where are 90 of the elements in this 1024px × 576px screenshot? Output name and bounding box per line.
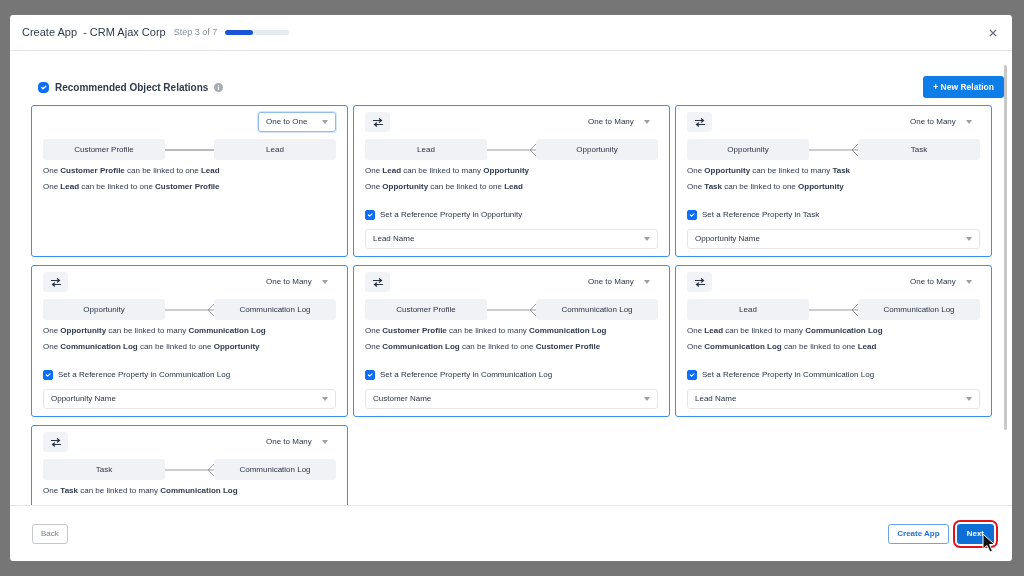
reference-label: Set a Reference Property in Communication Log bbox=[58, 369, 231, 381]
info-icon bbox=[214, 82, 224, 92]
relation-description: One Lead can be linked to one Customer Profile bbox=[43, 182, 221, 192]
relation-description: One Opportunity can be linked to one Lead bbox=[365, 182, 524, 192]
entity-box: Customer Profile bbox=[365, 299, 487, 320]
reference-label: Set a Reference Property in Opportunity bbox=[380, 209, 523, 221]
relation-description: One Opportunity can be linked to many Communication Log bbox=[43, 326, 267, 336]
connector-line bbox=[809, 303, 858, 316]
swap-button[interactable] bbox=[687, 272, 712, 292]
swap-button[interactable] bbox=[43, 272, 68, 292]
relation-description: One Task can be linked to many Communication Log bbox=[43, 486, 239, 496]
reference-label: Set a Reference Property in Task bbox=[702, 209, 820, 221]
reference-checkbox[interactable] bbox=[365, 210, 375, 220]
relation-description: One Task can be linked to one Opportunity bbox=[687, 182, 845, 192]
caret-icon bbox=[966, 237, 972, 241]
reference-select[interactable]: Lead Name bbox=[365, 229, 658, 249]
reference-label: Set a Reference Property in Communication Log bbox=[380, 369, 553, 381]
relation-description: One Lead can be linked to many Opportunity bbox=[365, 166, 531, 176]
cardinality-dropdown[interactable]: One to Many bbox=[902, 272, 980, 292]
swap-button[interactable] bbox=[365, 272, 390, 292]
connector-line bbox=[487, 143, 536, 156]
section-checkbox[interactable] bbox=[38, 81, 49, 93]
reference-select[interactable]: Opportunity Name bbox=[687, 229, 980, 249]
swap-icon bbox=[50, 277, 61, 287]
cardinality-dropdown[interactable]: One to Many bbox=[902, 112, 980, 132]
new-relation-button[interactable]: + New Relation bbox=[923, 76, 1004, 98]
swap-button[interactable] bbox=[365, 112, 390, 132]
mouse-pointer-icon bbox=[982, 533, 996, 553]
caret-icon bbox=[966, 120, 972, 124]
relation-description: One Communication Log can be linked to one Customer Profile bbox=[365, 342, 602, 352]
relation-description: One Lead can be linked to many Communication Log bbox=[687, 326, 884, 336]
progress-bar bbox=[225, 30, 290, 35]
relation-description: One Communication Log can be linked to one Opportunity bbox=[43, 342, 261, 352]
caret-icon bbox=[966, 397, 972, 401]
entity-box: Lead bbox=[687, 299, 809, 320]
reference-checkbox[interactable] bbox=[687, 370, 697, 380]
connector-line bbox=[487, 303, 536, 316]
cardinality-dropdown[interactable]: One to Many bbox=[580, 112, 658, 132]
relation-description: One Communication Log can be linked to one Lead bbox=[687, 342, 878, 352]
cardinality-dropdown[interactable]: One to Many bbox=[258, 432, 336, 452]
relation-description: One Customer Profile can be linked to one Lead bbox=[43, 166, 221, 176]
swap-icon bbox=[694, 277, 705, 287]
entity-box: Lead bbox=[214, 139, 336, 160]
caret-icon bbox=[966, 280, 972, 284]
caret-icon bbox=[644, 280, 650, 284]
swap-icon bbox=[372, 117, 383, 127]
entity-box: Opportunity bbox=[536, 139, 658, 160]
section-title: Recommended Object Relations bbox=[55, 80, 209, 95]
entity-box: Opportunity bbox=[43, 299, 165, 320]
reference-select[interactable]: Opportunity Name bbox=[43, 389, 336, 409]
reference-select[interactable]: Lead Name bbox=[687, 389, 980, 409]
step-label: Step 3 of 7 bbox=[173, 25, 218, 39]
cardinality-dropdown[interactable]: One to Many bbox=[258, 272, 336, 292]
entity-box: Lead bbox=[365, 139, 487, 160]
entity-box: Opportunity bbox=[687, 139, 809, 160]
reference-checkbox[interactable] bbox=[687, 210, 697, 220]
caret-icon bbox=[644, 397, 650, 401]
swap-icon bbox=[50, 437, 61, 447]
connector-line bbox=[809, 143, 858, 156]
scrollbar[interactable] bbox=[1004, 65, 1007, 430]
entity-box: Communication Log bbox=[858, 299, 980, 320]
entity-box: Task bbox=[43, 459, 165, 480]
connector-line bbox=[165, 463, 214, 476]
reference-checkbox[interactable] bbox=[43, 370, 53, 380]
entity-box: Customer Profile bbox=[43, 139, 165, 160]
reference-select[interactable]: Customer Name bbox=[365, 389, 658, 409]
entity-box: Communication Log bbox=[214, 299, 336, 320]
caret-icon bbox=[644, 237, 650, 241]
reference-checkbox[interactable] bbox=[365, 370, 375, 380]
back-button[interactable]: Back bbox=[32, 523, 68, 544]
connector-line bbox=[165, 303, 214, 316]
swap-button[interactable] bbox=[43, 432, 68, 452]
create-app-button[interactable]: Create App bbox=[888, 523, 949, 544]
entity-box: Communication Log bbox=[214, 459, 336, 480]
reference-label: Set a Reference Property in Communication Log bbox=[702, 369, 875, 381]
relation-description: One Opportunity can be linked to many Task bbox=[687, 166, 852, 176]
cardinality-dropdown[interactable]: One to One bbox=[258, 112, 336, 132]
swap-button[interactable] bbox=[687, 112, 712, 132]
caret-icon bbox=[322, 280, 328, 284]
cardinality-dropdown[interactable]: One to Many bbox=[580, 272, 658, 292]
entity-box: Communication Log bbox=[536, 299, 658, 320]
caret-icon bbox=[322, 120, 328, 124]
relation-description: One Customer Profile can be linked to many Communication Log bbox=[365, 326, 608, 336]
swap-icon bbox=[372, 277, 383, 287]
modal-title: Create App - CRM Ajax Corp bbox=[22, 25, 166, 41]
swap-icon bbox=[694, 117, 705, 127]
caret-icon bbox=[322, 440, 328, 444]
caret-icon bbox=[322, 397, 328, 401]
entity-box: Task bbox=[858, 139, 980, 160]
caret-icon bbox=[644, 120, 650, 124]
